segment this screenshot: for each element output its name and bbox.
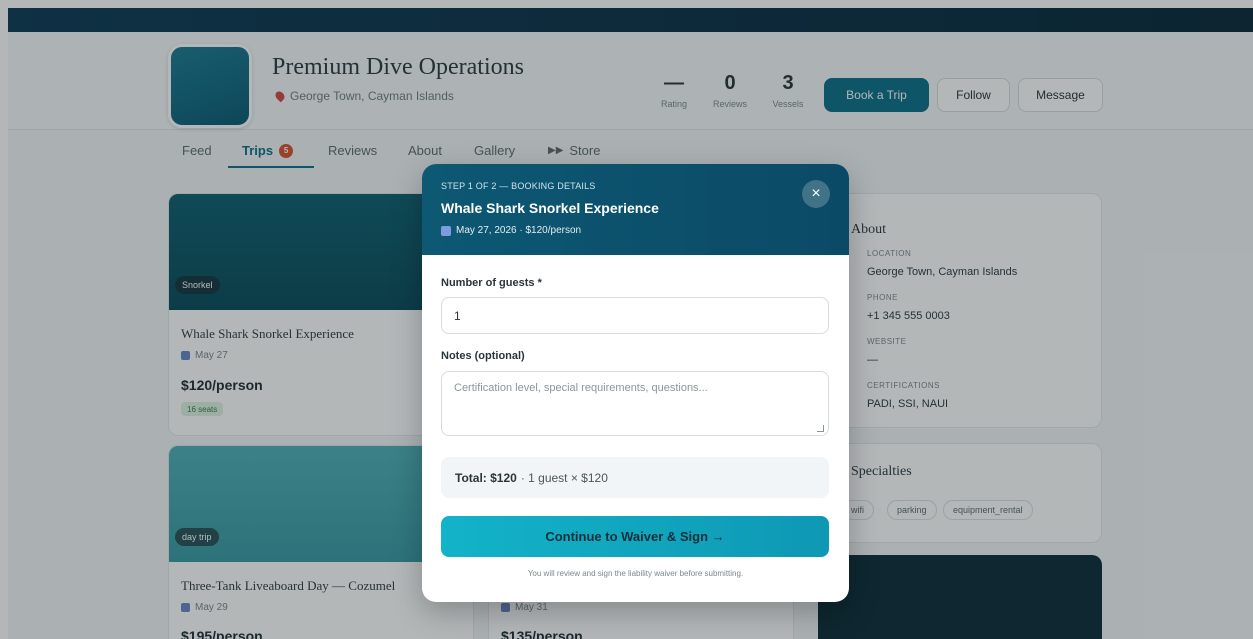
- modal-subtitle: May 27, 2026 · $120/person: [441, 225, 581, 236]
- notes-textarea[interactable]: Certification level, special requirement…: [441, 371, 829, 436]
- total-amount: Total: $120: [455, 470, 517, 485]
- notes-label: Notes (optional): [441, 350, 525, 362]
- modal-title: Whale Shark Snorkel Experience: [441, 200, 659, 216]
- total-detail: · 1 guest × $120: [520, 470, 608, 485]
- resize-handle-icon[interactable]: [817, 425, 824, 432]
- calendar-icon: [441, 225, 451, 236]
- total-summary: Total: $120 · 1 guest × $120: [441, 457, 829, 498]
- modal-header: STEP 1 OF 2 — BOOKING DETAILS Whale Shar…: [422, 164, 849, 255]
- booking-modal: STEP 1 OF 2 — BOOKING DETAILS Whale Shar…: [422, 164, 849, 602]
- notes-placeholder: Certification level, special requirement…: [454, 382, 708, 394]
- guests-label: Number of guests *: [441, 277, 542, 289]
- modal-step-label: STEP 1 OF 2 — BOOKING DETAILS: [441, 181, 596, 191]
- continue-waiver-button[interactable]: Continue to Waiver & Sign →: [441, 516, 829, 557]
- close-icon[interactable]: ×: [802, 180, 830, 208]
- guests-input[interactable]: 1: [441, 297, 829, 334]
- waiver-footnote: You will review and sign the liability w…: [527, 569, 744, 578]
- modal-subtitle-text: May 27, 2026 · $120/person: [456, 225, 582, 236]
